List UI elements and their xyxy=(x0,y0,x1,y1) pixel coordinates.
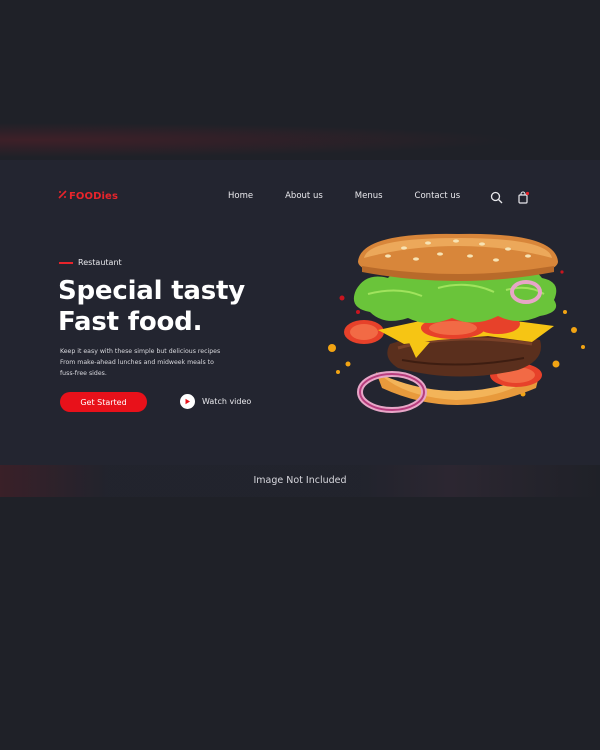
search-icon[interactable] xyxy=(490,189,503,204)
logo-mark-icon xyxy=(58,190,67,202)
headline-line-2: Fast food. xyxy=(58,307,203,337)
burger-image xyxy=(318,232,593,427)
top-glow xyxy=(0,120,600,160)
tagline-text: Restautant xyxy=(78,258,122,267)
tagline: Restautant xyxy=(59,258,122,267)
description-line-2: From make-ahead lunches and midweek meal… xyxy=(60,359,214,366)
description-line-1: Keep it easy with these simple but delic… xyxy=(60,348,221,355)
nav-menus[interactable]: Menus xyxy=(355,191,383,201)
get-started-button[interactable]: Get Started xyxy=(60,392,147,412)
brand-name: FOODies xyxy=(69,190,118,202)
nav-icons xyxy=(490,189,530,204)
image-caption: Image Not Included xyxy=(253,475,347,486)
watch-video-label: Watch video xyxy=(202,397,252,406)
tagline-accent-line xyxy=(59,261,73,264)
nav-about-us[interactable]: About us xyxy=(285,191,323,201)
page: FOODies Home About us Menus Contact us R… xyxy=(0,0,600,750)
description-line-3: fuss-free sides. xyxy=(60,370,107,377)
nav-home[interactable]: Home xyxy=(228,191,253,201)
shopping-bag-icon[interactable] xyxy=(517,189,530,204)
nav-contact-us[interactable]: Contact us xyxy=(415,191,461,201)
hero-section: FOODies Home About us Menus Contact us R… xyxy=(0,160,600,465)
watch-video-link[interactable]: Watch video xyxy=(180,394,251,409)
hero-description: Keep it easy with these simple but delic… xyxy=(60,346,260,379)
brand-logo[interactable]: FOODies xyxy=(58,190,118,202)
page-title: Special tasty Fast food. xyxy=(58,276,245,338)
play-icon[interactable] xyxy=(180,394,195,409)
main-nav: Home About us Menus Contact us xyxy=(228,191,492,201)
headline-line-1: Special tasty xyxy=(58,276,246,306)
